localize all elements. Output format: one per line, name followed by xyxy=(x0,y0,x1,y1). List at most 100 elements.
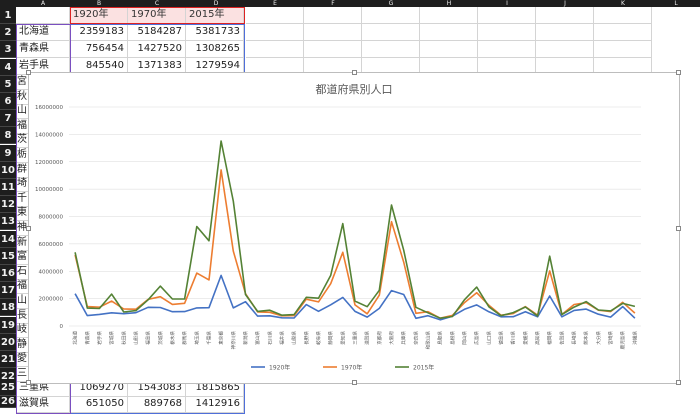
empty-cell[interactable] xyxy=(594,7,652,24)
row-header-20[interactable]: 20 xyxy=(0,333,16,351)
empty-cell[interactable] xyxy=(594,41,652,58)
value-cell-1920[interactable]: 2359183 xyxy=(70,24,128,41)
column-header-c[interactable]: C xyxy=(128,0,186,7)
row-header-21[interactable]: 21 xyxy=(0,351,16,368)
row-header-26[interactable]: 26 xyxy=(0,396,16,408)
value-cell-1920[interactable]: 756454 xyxy=(70,41,128,58)
chart-resize-handle[interactable] xyxy=(26,70,31,75)
row-header-5[interactable]: 5 xyxy=(0,75,16,93)
x-tick-label: 佐賀県 xyxy=(558,331,565,345)
chart-resize-handle[interactable] xyxy=(26,226,31,231)
x-tick-label: 島根県 xyxy=(449,331,456,345)
empty-cell[interactable] xyxy=(478,41,536,58)
value-cell-1970[interactable]: 5184287 xyxy=(128,24,186,41)
x-tick-label: 滋賀県 xyxy=(364,331,371,345)
column-header-l[interactable]: L xyxy=(652,0,700,7)
x-tick-label: 石川県 xyxy=(267,331,273,345)
column-header-f[interactable]: F xyxy=(304,0,362,7)
row-header-10[interactable]: 10 xyxy=(0,161,16,179)
empty-cell[interactable] xyxy=(362,7,420,24)
row-header-2[interactable]: 2 xyxy=(0,24,16,42)
row-header-12[interactable]: 12 xyxy=(0,196,16,214)
empty-cell[interactable] xyxy=(246,24,304,41)
empty-cell[interactable] xyxy=(420,24,478,41)
series-line-2 xyxy=(74,140,636,319)
empty-cell[interactable] xyxy=(536,7,594,24)
y-tick-label: 4000000 xyxy=(39,269,64,275)
column-header-h[interactable]: H xyxy=(420,0,478,7)
empty-cell[interactable] xyxy=(304,41,362,58)
column-header-b[interactable]: B xyxy=(70,0,128,7)
row-header-18[interactable]: 18 xyxy=(0,299,16,317)
prefecture-cell[interactable]: 滋賀県 xyxy=(16,396,70,413)
chart-resize-handle[interactable] xyxy=(352,70,357,75)
x-tick-label: 広島県 xyxy=(473,331,480,345)
x-tick-label: 富山県 xyxy=(254,331,261,345)
row-header-1[interactable]: 1 xyxy=(0,7,16,24)
row-header-16[interactable]: 16 xyxy=(0,265,16,282)
row-header-4[interactable]: 4 xyxy=(0,58,16,76)
y-tick-label: 10000000 xyxy=(35,187,63,193)
x-tick-label: 鳥取県 xyxy=(437,331,444,345)
row-header-19[interactable]: 19 xyxy=(0,316,16,334)
x-tick-label: 茨城県 xyxy=(157,331,164,345)
empty-cell[interactable] xyxy=(246,7,304,24)
cell-a1[interactable] xyxy=(16,7,70,24)
value-cell-1970[interactable]: 889768 xyxy=(128,396,186,413)
value-cell-1970[interactable]: 1427520 xyxy=(128,41,186,58)
row-header-8[interactable]: 8 xyxy=(0,127,16,145)
row-header-14[interactable]: 14 xyxy=(0,230,16,248)
empty-cell[interactable] xyxy=(594,24,652,41)
chart-resize-handle[interactable] xyxy=(26,380,31,385)
chart-object[interactable]: 都道府県別人口 0 2000000 4000000 6000000 8000000 1000… xyxy=(26,70,681,385)
x-tick-label: 愛媛県 xyxy=(522,331,529,345)
value-cell-1920[interactable]: 651050 xyxy=(70,396,128,413)
column-header-i[interactable]: I xyxy=(478,0,536,7)
row-header-6[interactable]: 6 xyxy=(0,93,16,110)
empty-cell[interactable] xyxy=(536,24,594,41)
prefecture-cell[interactable]: 青森県 xyxy=(16,41,70,58)
chart-resize-handle[interactable] xyxy=(352,380,357,385)
chart-resize-handle[interactable] xyxy=(676,226,681,231)
column-header-d[interactable]: D xyxy=(186,0,246,7)
value-cell-2015[interactable]: 5381733 xyxy=(186,24,244,41)
value-cell-2015[interactable]: 1412916 xyxy=(186,396,244,413)
chart-resize-handle[interactable] xyxy=(676,380,681,385)
column-header-a[interactable]: A xyxy=(16,0,70,7)
row-header-15[interactable]: 15 xyxy=(0,247,16,265)
row-header-3[interactable]: 3 xyxy=(0,41,16,59)
y-tick-label: 8000000 xyxy=(39,215,64,221)
chart-resize-handle[interactable] xyxy=(676,70,681,75)
empty-cell[interactable] xyxy=(536,41,594,58)
row-header-13[interactable]: 13 xyxy=(0,213,16,231)
column-header-e[interactable]: E xyxy=(246,0,304,7)
column-header-j[interactable]: J xyxy=(536,0,594,7)
header-cell-year[interactable]: 2015年 xyxy=(186,7,244,24)
value-cell-2015[interactable]: 1308265 xyxy=(186,41,244,58)
x-tick-label: 大阪府 xyxy=(388,331,395,345)
empty-cell[interactable] xyxy=(362,41,420,58)
row-header-11[interactable]: 11 xyxy=(0,179,16,196)
row-header-17[interactable]: 17 xyxy=(0,282,16,300)
header-cell-year[interactable]: 1970年 xyxy=(128,7,186,24)
row-header-9[interactable]: 9 xyxy=(0,144,16,162)
prefecture-cell[interactable]: 北海道 xyxy=(16,24,70,41)
empty-cell[interactable] xyxy=(478,24,536,41)
empty-cell[interactable] xyxy=(478,7,536,24)
x-tick-label: 静岡県 xyxy=(327,331,334,345)
header-cell-year[interactable]: 1920年 xyxy=(70,7,128,24)
y-tick-label: 6000000 xyxy=(39,242,64,248)
column-header-k[interactable]: K xyxy=(594,0,652,7)
x-tick-label: 神奈川県 xyxy=(230,331,237,350)
empty-cell[interactable] xyxy=(304,7,362,24)
empty-cell[interactable] xyxy=(420,41,478,58)
row-header-25[interactable]: 25 xyxy=(0,380,16,396)
empty-cell[interactable] xyxy=(362,24,420,41)
column-header-g[interactable]: G xyxy=(362,0,420,7)
x-tick-label: 鹿児島県 xyxy=(619,331,626,350)
empty-cell[interactable] xyxy=(304,24,362,41)
empty-cell[interactable] xyxy=(420,7,478,24)
empty-cell[interactable] xyxy=(246,41,304,58)
legend-label: 2015年 xyxy=(413,364,434,372)
row-header-7[interactable]: 7 xyxy=(0,110,16,128)
